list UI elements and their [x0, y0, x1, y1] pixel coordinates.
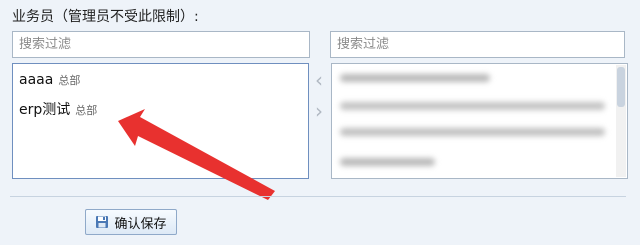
divider	[10, 196, 626, 197]
save-button-label: 确认保存	[114, 216, 167, 232]
item-name: aaaa	[19, 72, 54, 88]
item-dept: 总部	[58, 74, 81, 87]
scrollbar[interactable]	[616, 65, 626, 177]
move-left-button[interactable]: ‹	[311, 70, 327, 90]
chevron-right-icon: ›	[315, 99, 323, 123]
section-label: 业务员（管理员不受此限制）:	[12, 9, 199, 25]
item-dept: 总部	[75, 104, 98, 117]
chevron-left-icon: ‹	[315, 68, 323, 92]
blurred-content	[332, 64, 627, 178]
floppy-disk-icon	[95, 215, 109, 229]
available-search-input[interactable]	[330, 31, 625, 58]
scrollbar-thumb[interactable]	[617, 67, 625, 107]
item-name: erp测试	[19, 102, 71, 118]
available-list[interactable]	[331, 63, 628, 179]
move-right-button[interactable]: ›	[311, 101, 327, 121]
list-item[interactable]: erp测试 总部	[19, 99, 97, 119]
list-item[interactable]: aaaa 总部	[19, 72, 80, 88]
selected-list[interactable]: aaaa 总部 erp测试 总部	[12, 63, 309, 179]
selected-search-input[interactable]	[12, 31, 310, 58]
save-button[interactable]: 确认保存	[85, 209, 177, 235]
